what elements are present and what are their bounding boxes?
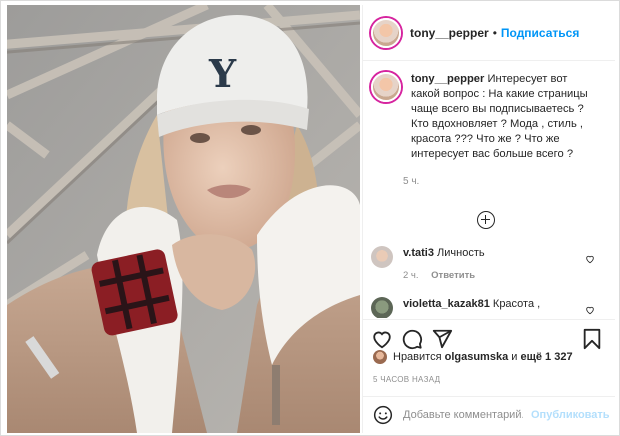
caption-username[interactable]: tony__pepper — [411, 73, 484, 85]
likes-count[interactable]: ещё 1 327 — [520, 351, 572, 363]
post-time-ago[interactable]: 5 ЧАСОВ НАЗАД — [373, 375, 440, 384]
publish-button[interactable]: Опубликовать — [531, 409, 610, 421]
photo-illustration: Y — [7, 5, 360, 433]
separator-dot: • — [492, 25, 497, 40]
comment-meta: 2 ч. Ответить — [403, 269, 583, 283]
comment-icon[interactable] — [401, 328, 423, 350]
likes-line: Нравится olgasumska и ещё 1 327 — [373, 350, 573, 364]
caption-time: 5 ч. — [403, 176, 420, 187]
comment-avatar[interactable] — [371, 246, 393, 268]
comment-avatar[interactable] — [371, 297, 393, 318]
comment-text: Красота , — [492, 298, 541, 310]
follow-button[interactable]: Подписаться — [501, 26, 579, 40]
comment-input[interactable] — [403, 409, 523, 421]
comment-username[interactable]: v.tati3 — [403, 247, 434, 259]
comments-scroll-area[interactable]: tony__pepper Интересует вот какой вопрос… — [363, 62, 615, 318]
comment-text: Личность — [437, 247, 485, 259]
caption-body: tony__pepper Интересует вот какой вопрос… — [411, 72, 599, 162]
liker-username[interactable]: olgasumska — [445, 351, 509, 363]
likes-conj: и — [511, 351, 518, 363]
comment-like-icon[interactable] — [585, 254, 595, 264]
comment-body: v.tati3 Личность 2 ч. Ответить — [403, 246, 583, 283]
bookmark-icon[interactable] — [581, 328, 603, 350]
share-icon[interactable] — [431, 328, 453, 350]
comment-item: violetta_kazak81 Красота , — [371, 297, 609, 318]
reply-button[interactable]: Ответить — [431, 270, 475, 281]
comment-username[interactable]: violetta_kazak81 — [403, 298, 490, 310]
heart-icon[interactable] — [371, 328, 393, 350]
add-comment-bar: Опубликовать — [363, 396, 615, 433]
post-header: tony__pepper • Подписаться — [363, 5, 615, 61]
emoji-icon[interactable] — [373, 405, 393, 425]
comment-time: 2 ч. — [403, 270, 419, 281]
post-photo[interactable]: Y — [7, 5, 360, 433]
post-side-panel: tony__pepper • Подписаться tony__pepper … — [362, 5, 615, 433]
comment-body: violetta_kazak81 Красота , — [403, 297, 583, 318]
liker-avatar[interactable] — [373, 350, 387, 364]
caption: tony__pepper Интересует вот какой вопрос… — [363, 62, 615, 162]
hat-letter: Y — [208, 51, 237, 96]
comment-item: v.tati3 Личность 2 ч. Ответить — [371, 246, 609, 283]
comment-like-icon[interactable] — [585, 305, 595, 315]
post-modal: Y tony__pepper • Подписаться tony__peppe… — [0, 0, 620, 436]
caption-text: Интересует вот какой вопрос : На какие с… — [411, 73, 588, 160]
caption-avatar[interactable] — [371, 72, 401, 102]
author-avatar[interactable] — [371, 17, 401, 48]
likes-prefix: Нравится — [393, 351, 442, 363]
author-username[interactable]: tony__pepper — [410, 26, 489, 40]
add-comment-icon[interactable] — [477, 211, 495, 229]
